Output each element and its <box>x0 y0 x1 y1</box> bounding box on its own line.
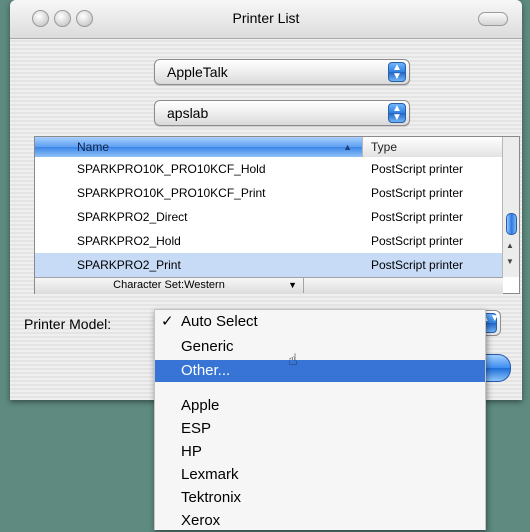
printer-name-cell: SPARKPRO2_Print <box>77 258 181 272</box>
printer-name-cell: SPARKPRO10K_PRO10KCF_Print <box>77 186 266 200</box>
table-row[interactable]: SPARKPRO2_Print PostScript printer <box>35 253 503 277</box>
table-row[interactable]: SPARKPRO10K_PRO10KCF_Print PostScript pri… <box>35 181 503 205</box>
chevron-down-icon: ▼ <box>288 280 297 290</box>
title-bar[interactable]: Printer List <box>10 0 522 39</box>
table-row[interactable]: SPARKPRO10K_PRO10KCF_Hold PostScript prin… <box>35 157 503 181</box>
table-footer: Character Set:Western ▼ <box>35 277 503 294</box>
column-header-type[interactable]: Type <box>363 137 503 157</box>
menu-item-label: Xerox <box>181 512 221 529</box>
menu-item-apple[interactable]: Apple <box>155 395 485 417</box>
printer-type-cell: PostScript printer <box>371 162 464 176</box>
zone-value: apslab <box>167 105 209 121</box>
menu-item-auto-select[interactable]: ✓ Auto Select <box>155 311 485 333</box>
menu-item-lexmark[interactable]: Lexmark <box>155 464 485 486</box>
sort-ascending-icon: ▲ <box>343 142 352 152</box>
menu-item-label: Other... <box>181 362 231 379</box>
menu-item-label: Tektronix <box>181 489 242 506</box>
scroll-up-arrow-icon[interactable]: ▲ <box>506 241 514 250</box>
menu-item-label: Apple <box>181 397 220 414</box>
printer-model-menu: ✓ Auto Select Generic Other... Apple ESP HP Lex… <box>154 309 486 530</box>
menu-item-tektronix[interactable]: Tektronix <box>155 487 485 509</box>
menu-item-esp[interactable]: ESP <box>155 418 485 440</box>
column-header-type-label: Type <box>371 140 398 154</box>
character-set-popup[interactable]: Character Set:Western ▼ <box>35 278 304 293</box>
popup-arrows-icon: ▲▼ <box>388 103 406 123</box>
menu-item-label: Generic <box>181 338 234 355</box>
menu-item-label: HP <box>181 443 202 460</box>
printer-name-cell: SPARKPRO10K_PRO10KCF_Hold <box>77 162 266 176</box>
zone-popup[interactable]: apslab ▲ ▼ <box>154 100 410 126</box>
menu-item-generic[interactable]: Generic <box>155 336 485 358</box>
menu-item-label: ESP <box>181 420 212 437</box>
printer-model-label: Printer Model: <box>24 316 112 332</box>
column-header-name-label: Name <box>77 140 110 154</box>
connection-type-popup[interactable]: AppleTalk ▲ ▼ <box>154 59 410 85</box>
menu-item-other[interactable]: Other... <box>155 360 485 382</box>
table-row[interactable]: SPARKPRO2_Direct PostScript printer <box>35 205 503 229</box>
printer-type-cell: PostScript printer <box>371 258 464 272</box>
table-header: Name ▲ Type <box>35 137 503 157</box>
checkmark-icon: ✓ <box>161 313 174 330</box>
menu-item-label: Lexmark <box>181 466 239 483</box>
toolbar-toggle-button[interactable] <box>478 12 508 26</box>
pointer-cursor-icon: ☝ <box>288 352 298 369</box>
printer-name-cell: SPARKPRO2_Hold <box>77 234 181 248</box>
menu-item-label: Auto Select <box>181 313 258 330</box>
printer-type-cell: PostScript printer <box>371 186 464 200</box>
scrollbar-thumb[interactable] <box>506 213 517 235</box>
connection-type-value: AppleTalk <box>167 64 228 80</box>
character-set-label: Character Set:Western <box>113 279 225 291</box>
printer-table: Name ▲ Type SPARKPRO10K_PRO10KCF_Hold Pos… <box>34 136 520 294</box>
window-title: Printer List <box>232 10 300 26</box>
table-rows: SPARKPRO10K_PRO10KCF_Hold PostScript prin… <box>35 157 503 277</box>
printer-type-cell: PostScript printer <box>371 210 464 224</box>
table-row[interactable]: SPARKPRO2_Hold PostScript printer <box>35 229 503 253</box>
column-header-name[interactable]: Name ▲ <box>35 137 363 157</box>
printer-type-cell: PostScript printer <box>371 234 464 248</box>
vertical-scrollbar[interactable]: ▲ ▼ <box>502 137 519 277</box>
popup-arrows-icon: ▲▼ <box>388 62 406 82</box>
printer-name-cell: SPARKPRO2_Direct <box>77 210 188 224</box>
menu-item-hp[interactable]: HP <box>155 441 485 463</box>
scroll-down-arrow-icon[interactable]: ▼ <box>506 257 514 266</box>
